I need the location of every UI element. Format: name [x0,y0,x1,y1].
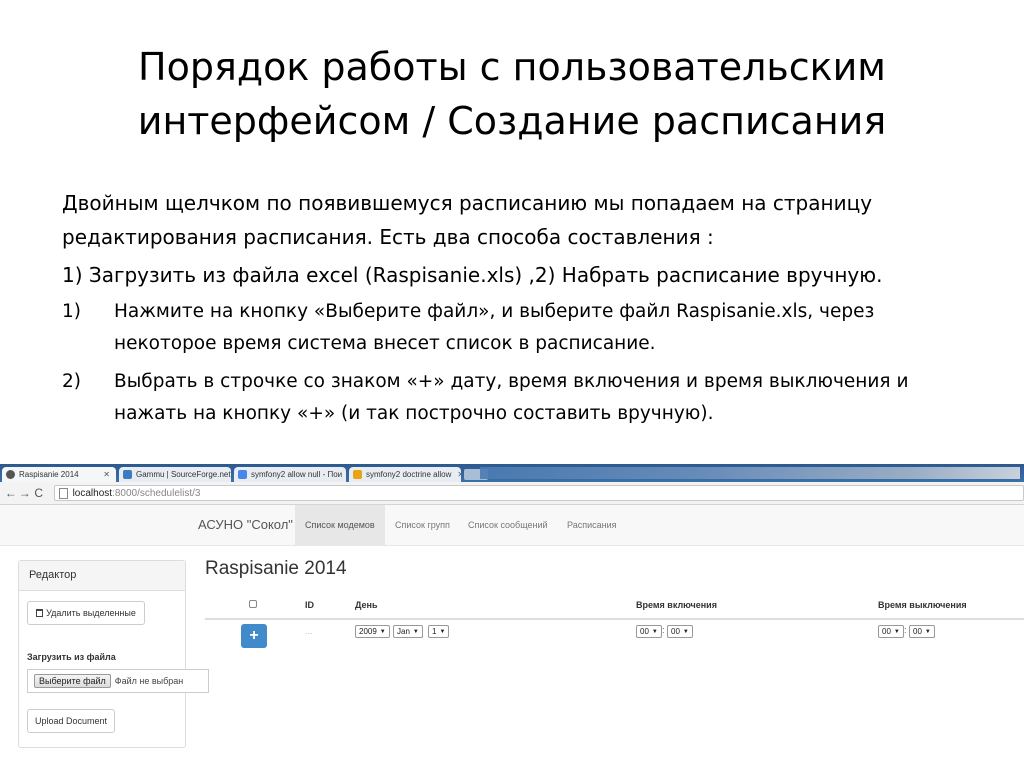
year-select[interactable]: 2009 ▼ [355,625,390,638]
dropdown-arrow-icon: ▼ [379,628,386,635]
choose-file-button[interactable]: Выберите файл [34,674,111,688]
upload-document-button[interactable]: Upload Document [27,709,115,733]
time-separator: : [662,625,665,635]
reload-icon[interactable]: C [32,486,46,500]
app-brand[interactable]: АСУНО "Сокол" [198,505,293,545]
intro-paragraph: Двойным щелчком по появившемуся расписан… [62,191,873,249]
forward-arrow-icon[interactable]: → [18,486,32,500]
step-text: Выбрать в строчке со знаком «+» дату, вр… [114,371,909,424]
back-arrow-icon[interactable]: ← [4,486,18,500]
browser-tab[interactable]: Raspisanie 2014 ✕ [2,467,116,482]
methods-paragraph: 1) Загрузить из файла excel (Raspisanie.… [62,263,883,287]
add-row-button[interactable]: + [241,624,267,648]
dropdown-arrow-icon: ▼ [412,628,419,635]
schedule-heading: Raspisanie 2014 [205,558,347,579]
nav-modems[interactable]: Список модемов [295,505,385,545]
close-tab-icon[interactable]: ✕ [451,470,461,479]
month-select[interactable]: Jan ▼ [393,625,423,638]
app-content: Редактор Удалить выделенные Загрузить из… [0,546,1024,766]
off-hour-select[interactable]: 00 ▼ [878,625,904,638]
close-tab-icon[interactable]: ✕ [342,470,346,479]
on-minute-value: 00 [671,627,680,636]
slide-title: Порядок работы с пользовательским интерф… [40,40,984,148]
dropdown-arrow-icon: ▼ [893,628,900,635]
month-value: Jan [397,627,410,636]
browser-tab[interactable]: symfony2 allow null - Пои ✕ [234,467,346,482]
step-number: 2) [62,371,81,392]
nav-messages[interactable]: Список сообщений [468,505,548,545]
close-tab-icon[interactable]: ✕ [97,470,110,479]
window-title-area [480,467,1020,479]
year-value: 2009 [359,627,377,636]
no-file-text: Файл не выбран [114,676,184,686]
time-separator: : [904,625,907,635]
app-navbar: АСУНО "Сокол" Список модемов Список груп… [0,505,1024,546]
page-icon [58,487,68,499]
load-from-file-label: Загрузить из файла [27,652,116,662]
step-text: Нажмите на кнопку «Выберите файл», и выб… [114,301,875,354]
stackoverflow-favicon-icon [353,470,362,479]
off-minute-value: 00 [913,627,922,636]
file-input[interactable]: Выберите файл Файл не выбран [27,669,209,693]
tab-label: Raspisanie 2014 [19,470,79,479]
dropdown-arrow-icon: ▼ [439,628,446,635]
step-item: 2) Выбрать в строчке со знаком «+» дату,… [62,366,982,430]
url-path: :8000/schedulelist/3 [112,487,201,499]
url-field[interactable]: localhost:8000/schedulelist/3 [53,485,1024,501]
dropdown-arrow-icon: ▼ [651,628,658,635]
steps-list: 1) Нажмите на кнопку «Выберите файл», и … [62,296,982,430]
dropdown-arrow-icon: ▼ [682,628,689,635]
row-id: ... [305,626,313,636]
delete-selected-button[interactable]: Удалить выделенные [27,601,145,625]
table-row: + ... 2009 ▼ Jan ▼ 1 ▼ 00 ▼ : 00 ▼ 00 ▼ … [205,620,1024,650]
browser-tab[interactable]: Gammu | SourceForge.net ✕ [119,467,231,482]
select-all-checkbox[interactable] [249,600,257,608]
nav-groups[interactable]: Список групп [395,505,450,545]
on-minute-select[interactable]: 00 ▼ [667,625,693,638]
browser-screenshot: Raspisanie 2014 ✕ Gammu | SourceForge.ne… [0,464,1024,768]
table-header: ID День Время включения Время выключения [205,594,1024,620]
sourceforge-favicon-icon [123,470,132,479]
col-on-time: Время включения [636,600,717,610]
tab-label: Gammu | SourceForge.net [136,470,231,479]
col-id: ID [305,600,314,610]
dropdown-arrow-icon: ▼ [924,628,931,635]
on-hour-select[interactable]: 00 ▼ [636,625,662,638]
day-value: 1 [432,627,437,636]
editor-panel-title: Редактор [19,561,185,591]
step-item: 1) Нажмите на кнопку «Выберите файл», и … [62,296,982,360]
off-minute-select[interactable]: 00 ▼ [909,625,935,638]
slide-title-line-1: Порядок работы с пользовательским [138,45,886,89]
site-favicon-icon [6,470,15,479]
col-day: День [355,600,378,610]
schedule-table: ID День Время включения Время выключения… [205,594,1024,650]
on-hour-value: 00 [640,627,649,636]
url-host: localhost [72,487,113,499]
google-favicon-icon [238,470,247,479]
editor-panel: Редактор Удалить выделенные Загрузить из… [18,560,209,748]
browser-tab-bar: Raspisanie 2014 ✕ Gammu | SourceForge.ne… [0,464,1024,482]
tab-label: symfony2 doctrine allow [366,470,452,479]
off-hour-value: 00 [882,627,891,636]
step-number: 1) [62,301,81,322]
trash-icon [36,609,44,617]
address-bar-row: ← → C localhost:8000/schedulelist/3 [0,482,1024,505]
slide-body: Двойным щелчком по появившемуся расписан… [62,186,982,436]
nav-schedules[interactable]: Расписания [567,505,617,545]
col-off-time: Время выключения [878,600,967,610]
day-select[interactable]: 1 ▼ [428,625,450,638]
tab-label: symfony2 allow null - Пои [251,470,343,479]
browser-tab[interactable]: symfony2 doctrine allow ✕ [349,467,461,482]
delete-selected-label: Удалить выделенные [46,608,136,618]
slide-title-line-2: интерфейсом / Создание расписания [137,99,887,143]
